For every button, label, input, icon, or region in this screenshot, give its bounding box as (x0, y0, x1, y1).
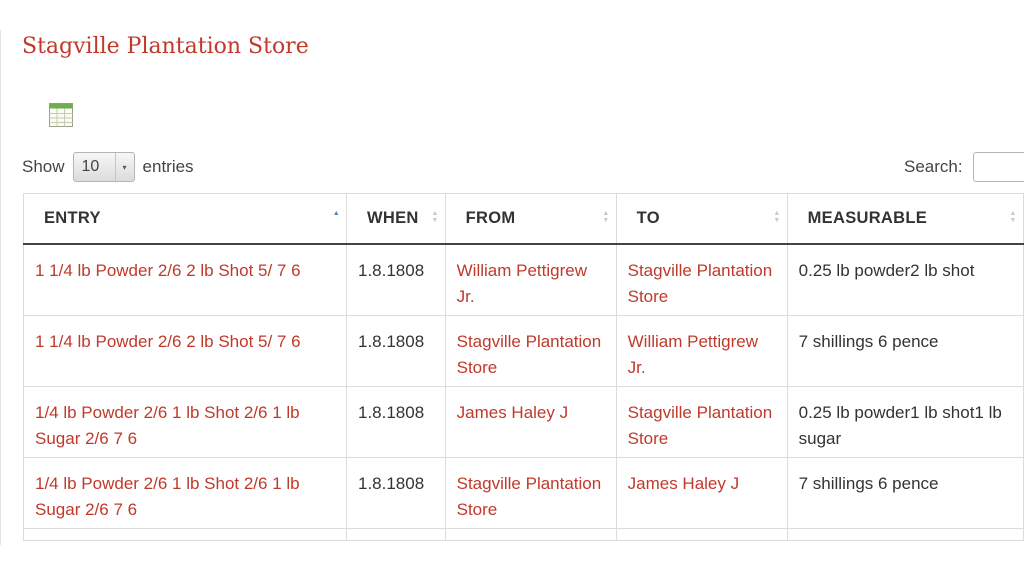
table-row: 1 1/4 lb Powder 2/6 2 lb Shot 5/ 7 6 1.8… (23, 314, 1024, 387)
measurable-cell: 7 shillings 6 pence (786, 314, 1024, 387)
to-cell: William Pettigrew Jr. (615, 314, 788, 387)
to-link[interactable]: Stagville Plantation Store (628, 261, 773, 306)
empty-cell (23, 527, 347, 541)
entries-length-select[interactable]: 10 ▾ (72, 152, 135, 182)
sort-icon: ▲ ▼ (773, 210, 781, 224)
from-link[interactable]: Stagville Plantation Store (457, 474, 602, 519)
measurable-value: 0.25 lb powder2 lb shot (798, 261, 975, 280)
to-link[interactable]: Stagville Plantation Store (628, 403, 773, 448)
entry-cell: 1 1/4 lb Powder 2/6 2 lb Shot 5/ 7 6 (23, 243, 347, 316)
empty-cell (346, 527, 446, 541)
column-label-to: TO (636, 209, 660, 227)
entry-cell: 1 1/4 lb Powder 2/6 2 lb Shot 5/ 7 6 (23, 314, 347, 387)
when-cell: 1.8.1808 (346, 456, 446, 529)
to-cell: Stagville Plantation Store (615, 385, 788, 458)
column-label-measurable: MEASURABLE (807, 209, 928, 227)
entry-cell: 1/4 lb Powder 2/6 1 lb Shot 2/6 1 lb Sug… (23, 385, 347, 458)
ledger-table: ENTRY ▲▼ WHEN ▲▼ FROM ▲▼ TO ▲▼ MEASURABL… (23, 193, 1024, 541)
when-value: 1.8.1808 (358, 261, 425, 280)
when-cell: 1.8.1808 (346, 314, 446, 387)
measurable-cell: 0.25 lb powder2 lb shot (786, 243, 1024, 316)
to-cell: Stagville Plantation Store (615, 243, 788, 316)
from-link[interactable]: Stagville Plantation Store (457, 332, 602, 377)
from-link[interactable]: James Haley J (457, 403, 568, 422)
entries-length-value: 10 (81, 158, 100, 175)
spreadsheet-icon[interactable] (48, 102, 74, 128)
when-value: 1.8.1808 (358, 473, 425, 493)
empty-cell (615, 527, 788, 541)
entry-link[interactable]: 1 1/4 lb Powder 2/6 2 lb Shot 5/ 7 6 (35, 332, 301, 351)
table-row-partial (23, 527, 1024, 541)
measurable-value: 0.25 lb powder1 lb shot1 lb sugar (798, 402, 1002, 448)
from-link[interactable]: William Pettigrew Jr. (457, 261, 587, 306)
table-row: 1/4 lb Powder 2/6 1 lb Shot 2/6 1 lb Sug… (23, 456, 1024, 529)
to-link[interactable]: William Pettigrew Jr. (628, 332, 758, 377)
entries-length-control: Show 10 ▾ entries (22, 151, 194, 183)
search-label: Search: (904, 157, 963, 176)
entries-label: entries (142, 157, 194, 176)
sort-icon: ▲ ▼ (602, 210, 610, 224)
column-label-entry: ENTRY (44, 209, 101, 227)
when-cell: 1.8.1808 (346, 385, 446, 458)
left-border (0, 30, 1, 545)
when-value: 1.8.1808 (358, 331, 425, 351)
column-label-when: WHEN (367, 209, 419, 227)
page-title: Stagville Plantation Store (22, 34, 309, 59)
entry-cell: 1/4 lb Powder 2/6 1 lb Shot 2/6 1 lb Sug… (23, 456, 347, 529)
measurable-cell: 0.25 lb powder1 lb shot1 lb sugar (786, 385, 1024, 458)
search-control: Search: (904, 151, 1024, 183)
column-header-measurable[interactable]: MEASURABLE ▲ ▼ (786, 193, 1024, 245)
when-value: 1.8.1808 (358, 402, 425, 422)
from-cell: Stagville Plantation Store (444, 314, 617, 387)
to-link[interactable]: James Haley J (628, 474, 739, 493)
from-cell: William Pettigrew Jr. (444, 243, 617, 316)
column-header-to[interactable]: TO ▲ ▼ (615, 193, 788, 245)
empty-cell (786, 527, 1024, 541)
column-header-from[interactable]: FROM ▲ ▼ (444, 193, 617, 245)
measurable-value: 7 shillings 6 pence (798, 473, 939, 493)
sort-icon: ▲ ▼ (431, 210, 439, 224)
column-label-from: FROM (465, 209, 516, 227)
show-label: Show (22, 157, 65, 176)
empty-cell (444, 527, 617, 541)
table-row: 1/4 lb Powder 2/6 1 lb Shot 2/6 1 lb Sug… (23, 385, 1024, 458)
search-input[interactable] (972, 152, 1024, 182)
measurable-cell: 7 shillings 6 pence (786, 456, 1024, 529)
from-cell: Stagville Plantation Store (444, 456, 617, 529)
chevron-down-icon: ▾ (114, 153, 134, 181)
from-cell: James Haley J (444, 385, 617, 458)
table-header-row: ENTRY ▲▼ WHEN ▲▼ FROM ▲▼ TO ▲▼ MEASURABL… (23, 193, 1024, 245)
sort-icon: ▲ ▼ (1009, 210, 1017, 224)
sort-ascending-icon: ▲▼ (332, 210, 340, 217)
when-cell: 1.8.1808 (346, 243, 446, 316)
to-cell: James Haley J (615, 456, 788, 529)
entry-link[interactable]: 1 1/4 lb Powder 2/6 2 lb Shot 5/ 7 6 (35, 261, 301, 280)
column-header-when[interactable]: WHEN ▲ ▼ (346, 193, 446, 245)
entry-link[interactable]: 1/4 lb Powder 2/6 1 lb Shot 2/6 1 lb Sug… (35, 403, 300, 448)
measurable-value: 7 shillings 6 pence (798, 331, 939, 351)
column-header-entry[interactable]: ENTRY ▲▼ (23, 193, 347, 245)
table-row: 1 1/4 lb Powder 2/6 2 lb Shot 5/ 7 6 1.8… (23, 243, 1024, 316)
entry-link[interactable]: 1/4 lb Powder 2/6 1 lb Shot 2/6 1 lb Sug… (35, 474, 300, 519)
